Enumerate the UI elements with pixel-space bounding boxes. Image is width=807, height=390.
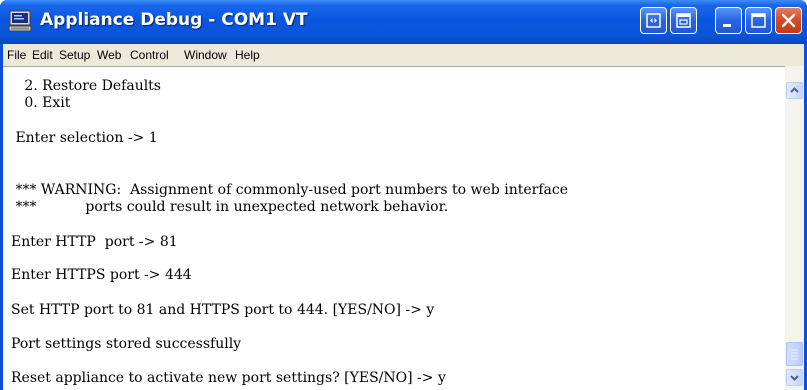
menu-edit[interactable]: Edit xyxy=(32,48,53,62)
scroll-lock-icon xyxy=(646,13,661,28)
scroll-up-button[interactable] xyxy=(786,82,803,99)
terminal-output[interactable]: 2. Restore Defaults 0. Exit Enter select… xyxy=(3,66,785,390)
maximize-button[interactable] xyxy=(745,7,772,34)
close-icon xyxy=(781,13,796,28)
minimize-button[interactable] xyxy=(715,7,742,34)
terminal-window: Appliance Debug - COM1 VT File Edit Setu… xyxy=(0,0,807,390)
terminal-line: Reset appliance to activate new port set… xyxy=(11,370,446,386)
maximize-icon xyxy=(751,13,766,28)
app-terminal-icon xyxy=(8,10,32,32)
terminal-line: 0. Exit xyxy=(11,95,71,111)
scroll-down-button[interactable] xyxy=(786,369,803,386)
chevron-down-icon xyxy=(790,375,799,381)
close-button[interactable] xyxy=(775,7,802,34)
window-title: Appliance Debug - COM1 VT xyxy=(40,10,308,30)
menu-window[interactable]: Window xyxy=(184,48,227,62)
vertical-scrollbar[interactable] xyxy=(785,66,804,390)
menu-web[interactable]: Web xyxy=(97,48,121,62)
terminal-line: Port settings stored successfully xyxy=(11,336,242,352)
restore-doc-icon xyxy=(676,13,691,28)
terminal-line: Enter selection -> 1 xyxy=(11,130,158,146)
terminal-line: Enter HTTP port -> 81 xyxy=(11,234,178,250)
terminal-line: Set HTTP port to 81 and HTTPS port to 44… xyxy=(11,302,435,318)
chevron-up-icon xyxy=(790,87,799,93)
scroll-lock-button[interactable] xyxy=(640,7,667,34)
title-bar[interactable]: Appliance Debug - COM1 VT xyxy=(0,0,807,44)
warning-line: *** ports could result in unexpected net… xyxy=(11,199,449,215)
menu-control[interactable]: Control xyxy=(130,48,169,62)
menu-bar: File Edit Setup Web Control Window Help xyxy=(3,44,804,66)
menu-help[interactable]: Help xyxy=(235,48,260,62)
menu-setup[interactable]: Setup xyxy=(59,48,90,62)
terminal-line: Enter HTTPS port -> 444 xyxy=(11,267,192,283)
warning-line: *** WARNING: Assignment of commonly-used… xyxy=(11,182,568,198)
grip-icon xyxy=(791,349,798,360)
restore-doc-button[interactable] xyxy=(670,7,697,34)
terminal-line: 2. Restore Defaults xyxy=(11,78,161,94)
scroll-thumb[interactable] xyxy=(786,342,803,366)
menu-file[interactable]: File xyxy=(7,48,26,62)
minimize-icon xyxy=(723,24,731,27)
